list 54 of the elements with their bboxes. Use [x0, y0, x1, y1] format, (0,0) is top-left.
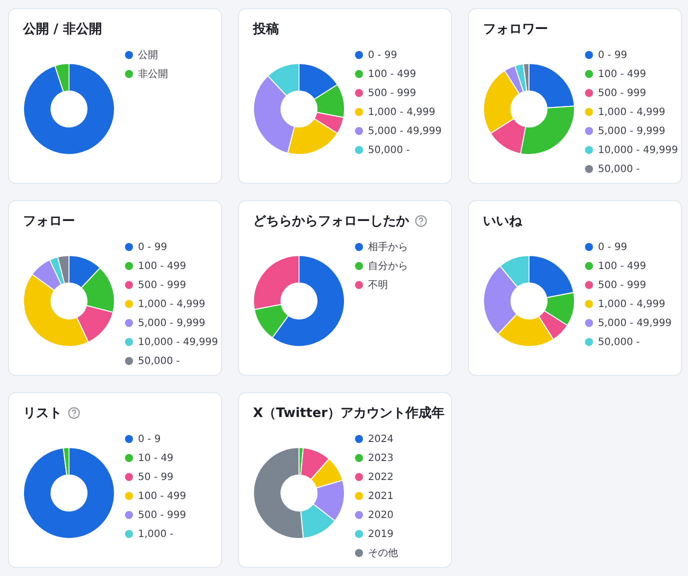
legend-label: 1,000 -	[138, 528, 174, 540]
help-icon[interactable]	[415, 215, 427, 227]
legend-label: 2023	[368, 452, 394, 464]
help-icon[interactable]	[68, 407, 80, 419]
legend-label: 不明	[368, 279, 388, 292]
legend-label: 500 - 999	[138, 280, 186, 290]
legend-label: 500 - 999	[368, 88, 416, 98]
legend-label: 1,000 - 4,999	[598, 298, 666, 310]
legend-label: 50,000 -	[598, 336, 640, 348]
legend-label: 1,000 - 4,999	[368, 106, 436, 118]
legend-label: 2020	[368, 510, 394, 520]
legend-label: その他	[368, 547, 398, 560]
legend-label: 2021	[368, 490, 394, 502]
legend-label: 0 - 99	[598, 50, 628, 60]
legend-label: 0 - 99	[138, 242, 168, 252]
legend-label: 1,000 - 4,999	[138, 298, 206, 310]
legend-label: 5,000 - 9,999	[138, 318, 206, 328]
card-title: フォロワー	[483, 21, 548, 38]
legend-label: 公開	[138, 49, 158, 62]
card-title: いいね	[483, 213, 522, 230]
card-title: どちらからフォローしたか	[253, 213, 409, 230]
legend-label: 相手から	[368, 240, 408, 254]
legend-label: 2022	[368, 472, 394, 482]
legend-label: 自分から	[368, 260, 408, 273]
legend-label: 100 - 499	[368, 68, 416, 80]
card-title: X（Twitter）アカウント作成年	[253, 405, 445, 422]
legend-label: 50,000 -	[598, 164, 640, 174]
legend-label: 0 - 99	[598, 242, 628, 252]
legend-label: 10,000 - 49,999	[138, 336, 218, 348]
card-title: 投稿	[253, 20, 279, 38]
card-title: 公開 / 非公開	[23, 21, 102, 38]
legend-label: 非公開	[138, 68, 168, 81]
legend-label: 100 - 499	[138, 490, 186, 502]
legend-label: 2024	[368, 434, 394, 444]
legend-label: 100 - 499	[598, 68, 646, 80]
legend-label: 5,000 - 49,999	[368, 126, 442, 136]
legend-label: 0 - 9	[138, 434, 161, 444]
legend-label: 2019	[368, 528, 394, 540]
card-title: リスト	[23, 405, 62, 422]
legend-label: 50,000 -	[138, 356, 180, 366]
legend-label: 5,000 - 9,999	[598, 126, 666, 136]
legend-label: 1,000 - 4,999	[598, 106, 666, 118]
legend-label: 100 - 499	[138, 260, 186, 272]
legend-label: 0 - 99	[368, 50, 398, 60]
legend-label: 500 - 999	[138, 510, 186, 520]
legend-label: 50 - 99	[138, 472, 174, 482]
legend-label: 10 - 49	[138, 452, 174, 464]
legend-label: 500 - 999	[598, 88, 646, 98]
legend-label: 500 - 999	[598, 280, 646, 290]
legend-label: 10,000 - 49,999	[598, 144, 678, 156]
legend-label: 5,000 - 49,999	[598, 318, 672, 328]
card-title: フォロー	[23, 213, 75, 230]
legend-label: 100 - 499	[598, 260, 646, 272]
legend-label: 50,000 -	[368, 144, 410, 156]
